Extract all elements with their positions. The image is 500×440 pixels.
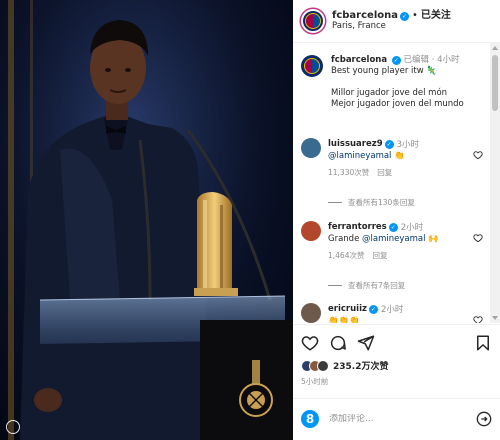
comment-body: 🙌 xyxy=(425,234,439,244)
verified-badge-icon: ✓ xyxy=(388,222,398,232)
comment-prefix: Grande xyxy=(328,234,363,244)
liker-avatars xyxy=(301,359,329,372)
comment-text: 👏👏👏 xyxy=(328,316,360,323)
post-caption: fcbarcelona ✓ 已编辑 · 4小时 Best young playe… xyxy=(301,55,483,110)
heart-icon[interactable] xyxy=(473,315,483,323)
bookmark-icon[interactable] xyxy=(474,334,492,352)
comment-item: ferrantorres ✓ 2小时 Grande @lamineyamal 🙌… xyxy=(301,221,483,261)
verified-badge-icon: ✓ xyxy=(391,56,401,65)
comment-item: ericruiiz ✓ 2小时 👏👏👏 xyxy=(301,303,483,323)
share-icon[interactable] xyxy=(357,334,375,352)
caption-time: 4小时 xyxy=(437,55,460,65)
comment-text: @lamineyamal 👏 xyxy=(328,151,483,161)
likes-summary[interactable]: 235.2万次赞 xyxy=(301,359,388,372)
comment-time: 3小时 xyxy=(396,140,420,150)
commenter-avatar[interactable] xyxy=(301,221,321,241)
action-bar xyxy=(301,332,492,354)
mention-link[interactable]: @lamineyamal xyxy=(362,234,425,244)
caption-username[interactable]: fcbarcelona xyxy=(331,55,387,65)
emoji-icon[interactable]: 8 xyxy=(301,410,319,428)
verified-badge-icon: ✓ xyxy=(400,11,409,21)
comments-list[interactable]: fcbarcelona ✓ 已编辑 · 4小时 Best young playe… xyxy=(293,43,500,323)
verified-badge-icon: ✓ xyxy=(368,304,378,314)
dot-separator: • xyxy=(412,10,418,22)
likes-count[interactable]: 235.2万次赞 xyxy=(333,359,388,372)
comment-input[interactable] xyxy=(329,414,459,424)
commenter-username[interactable]: luissuarez9 xyxy=(328,139,383,149)
caption-line-1: Best young player itw 🦎 xyxy=(331,66,437,76)
add-comment-divider xyxy=(293,398,500,399)
follow-button[interactable]: 已关注 xyxy=(421,10,451,22)
award-photo xyxy=(0,0,293,440)
post-detail-panel: fcbarcelona ✓ • 已关注 Paris, France fcbarc… xyxy=(293,0,500,440)
comment-likes[interactable]: 11,330次赞 xyxy=(328,167,369,178)
post-location[interactable]: Paris, France xyxy=(332,21,451,32)
scroll-down-arrow-icon[interactable] xyxy=(492,316,498,320)
comments-scrollbar[interactable] xyxy=(490,43,500,323)
comment-text: Grande @lamineyamal 🙌 xyxy=(328,234,483,244)
barca-crest-icon xyxy=(305,13,321,29)
send-icon[interactable] xyxy=(476,411,492,427)
commenter-username[interactable]: ericruiiz xyxy=(328,304,367,314)
add-comment-bar: 8 xyxy=(301,408,492,430)
heart-icon[interactable] xyxy=(473,233,483,243)
caption-line-3: Mejor jugador joven del mundo xyxy=(331,99,464,109)
media-settings-icon[interactable] xyxy=(6,420,20,434)
scroll-up-arrow-icon[interactable] xyxy=(492,46,498,50)
heart-icon[interactable] xyxy=(301,334,319,352)
post-timestamp: 5小时前 xyxy=(301,377,329,386)
comment-item: luissuarez9 ✓ 3小时 @lamineyamal 👏 11,330次… xyxy=(301,138,483,178)
comment-likes[interactable]: 1,464次赞 xyxy=(328,250,364,261)
reply-button[interactable]: 回复 xyxy=(372,250,387,261)
comment-body: 👏 xyxy=(391,151,405,161)
verified-badge-icon: ✓ xyxy=(384,139,394,149)
caption-avatar[interactable] xyxy=(301,55,323,77)
comment-icon[interactable] xyxy=(329,334,347,352)
caption-edited: 已编辑 xyxy=(403,55,430,65)
commenter-username[interactable]: ferrantorres xyxy=(328,222,387,232)
barca-crest-icon xyxy=(304,58,320,74)
heart-icon[interactable] xyxy=(473,150,483,160)
post-image[interactable] xyxy=(0,0,293,440)
reply-button[interactable]: 回复 xyxy=(377,167,392,178)
view-replies-button[interactable]: 查看所有7条回复 xyxy=(328,280,405,291)
comment-time: 2小时 xyxy=(400,223,424,233)
liker-avatar xyxy=(317,359,329,372)
caption-line-2: Millor jugador jove del món xyxy=(331,88,448,98)
mention-link[interactable]: @lamineyamal xyxy=(328,151,391,161)
scroll-thumb[interactable] xyxy=(492,55,498,111)
commenter-avatar[interactable] xyxy=(301,303,321,323)
post-header: fcbarcelona ✓ • 已关注 Paris, France xyxy=(293,0,500,42)
author-info: fcbarcelona ✓ • 已关注 Paris, France xyxy=(332,10,451,31)
actions-divider xyxy=(293,324,500,325)
comment-time: 2小时 xyxy=(380,305,404,315)
commenter-avatar[interactable] xyxy=(301,138,321,158)
author-avatar[interactable] xyxy=(301,9,325,33)
view-replies-button[interactable]: 查看所有130条回复 xyxy=(328,197,415,208)
